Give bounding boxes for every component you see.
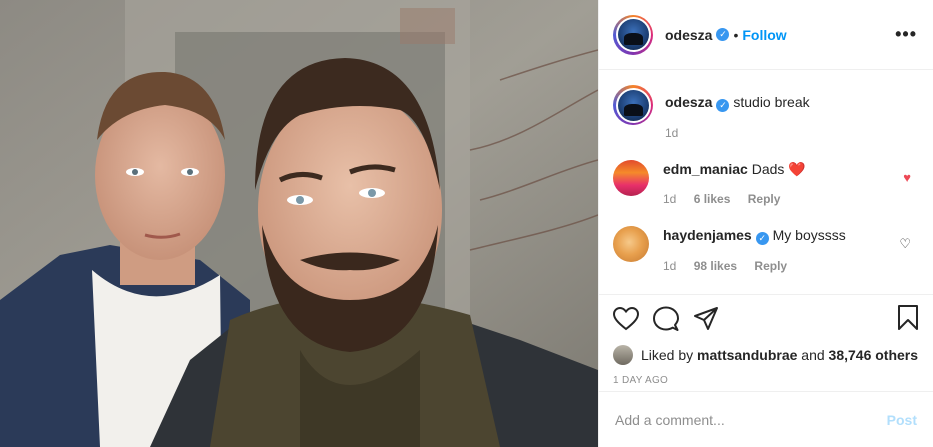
comment-like-heart-icon[interactable]: ♡ [899, 236, 911, 252]
comment-likes[interactable]: 98 likes [694, 259, 737, 273]
post-actions: Liked by mattsandubrae and 38,746 others… [599, 294, 933, 386]
post-header: odesza ✓ • Follow ••• [599, 0, 933, 70]
likes-joiner: and [801, 347, 825, 363]
avatar[interactable] [613, 85, 653, 125]
verified-badge-icon: ✓ [716, 28, 730, 41]
liked-by-user[interactable]: mattsandubrae [697, 347, 797, 363]
post-photo[interactable] [0, 0, 598, 447]
separator-dot: • [733, 26, 739, 43]
add-comment-bar: Post [599, 391, 933, 447]
verified-badge-icon: ✓ [755, 232, 769, 245]
selfie-photo [0, 0, 598, 447]
comment-time[interactable]: 1d [663, 259, 676, 273]
header-username[interactable]: odesza [665, 27, 712, 43]
reply-button[interactable]: Reply [754, 259, 787, 273]
comment-text: My boyssss [772, 227, 846, 243]
caption-text: studio break [733, 94, 810, 110]
avatar[interactable] [613, 226, 649, 262]
comment-text: Dads [751, 161, 785, 177]
heart-icon[interactable] [613, 307, 639, 331]
comment-time[interactable]: 1d [663, 192, 676, 206]
follow-button[interactable]: Follow [742, 27, 786, 43]
avatar[interactable] [613, 14, 653, 55]
odesza-avatar-image [617, 19, 649, 50]
share-icon[interactable] [693, 306, 719, 332]
odesza-avatar-image [617, 89, 649, 121]
post-side-panel: odesza ✓ • Follow ••• odesza ✓ studio bre… [598, 0, 933, 447]
post-timestamp[interactable]: 1 DAY AGO [613, 375, 919, 386]
list-item: haydenjames ✓ My boyssss 1d 98 likes Repl… [613, 226, 919, 275]
bookmark-icon[interactable] [897, 305, 919, 331]
comment-likes[interactable]: 6 likes [694, 192, 731, 206]
comment-like-heart-icon[interactable]: ♥ [903, 170, 911, 185]
instagram-post: odesza ✓ • Follow ••• odesza ✓ studio bre… [0, 0, 933, 447]
comment-username[interactable]: edm_maniac [663, 161, 748, 177]
caption: odesza ✓ studio break 1d [613, 85, 919, 142]
avatar[interactable] [613, 160, 649, 196]
reply-button[interactable]: Reply [748, 192, 781, 206]
list-item: edm_maniac Dads ❤️ 1d 6 likes Reply ♥ [613, 160, 919, 208]
verified-badge-icon: ✓ [716, 99, 730, 112]
comment-icon[interactable] [653, 306, 679, 332]
comment-input[interactable] [615, 411, 887, 428]
red-heart-emoji: ❤️ [788, 161, 806, 177]
comment-username[interactable]: haydenjames [663, 227, 752, 243]
caption-username[interactable]: odesza [665, 94, 712, 110]
post-button[interactable]: Post [887, 412, 917, 428]
likes-others[interactable]: 38,746 others [829, 347, 919, 363]
comment-meta: 1d 6 likes Reply [663, 190, 919, 208]
comment-meta: 1d 98 likes Reply [663, 257, 919, 275]
likes-prefix: Liked by [641, 347, 694, 363]
comments-section: odesza ✓ studio break 1d edm_maniac Dads … [599, 71, 933, 293]
caption-time[interactable]: 1d [665, 126, 678, 140]
likes-summary: Liked by mattsandubrae and 38,746 others [613, 345, 919, 365]
caption-meta: 1d [665, 124, 919, 142]
avatar[interactable] [613, 345, 633, 365]
more-options-icon[interactable]: ••• [895, 24, 917, 45]
